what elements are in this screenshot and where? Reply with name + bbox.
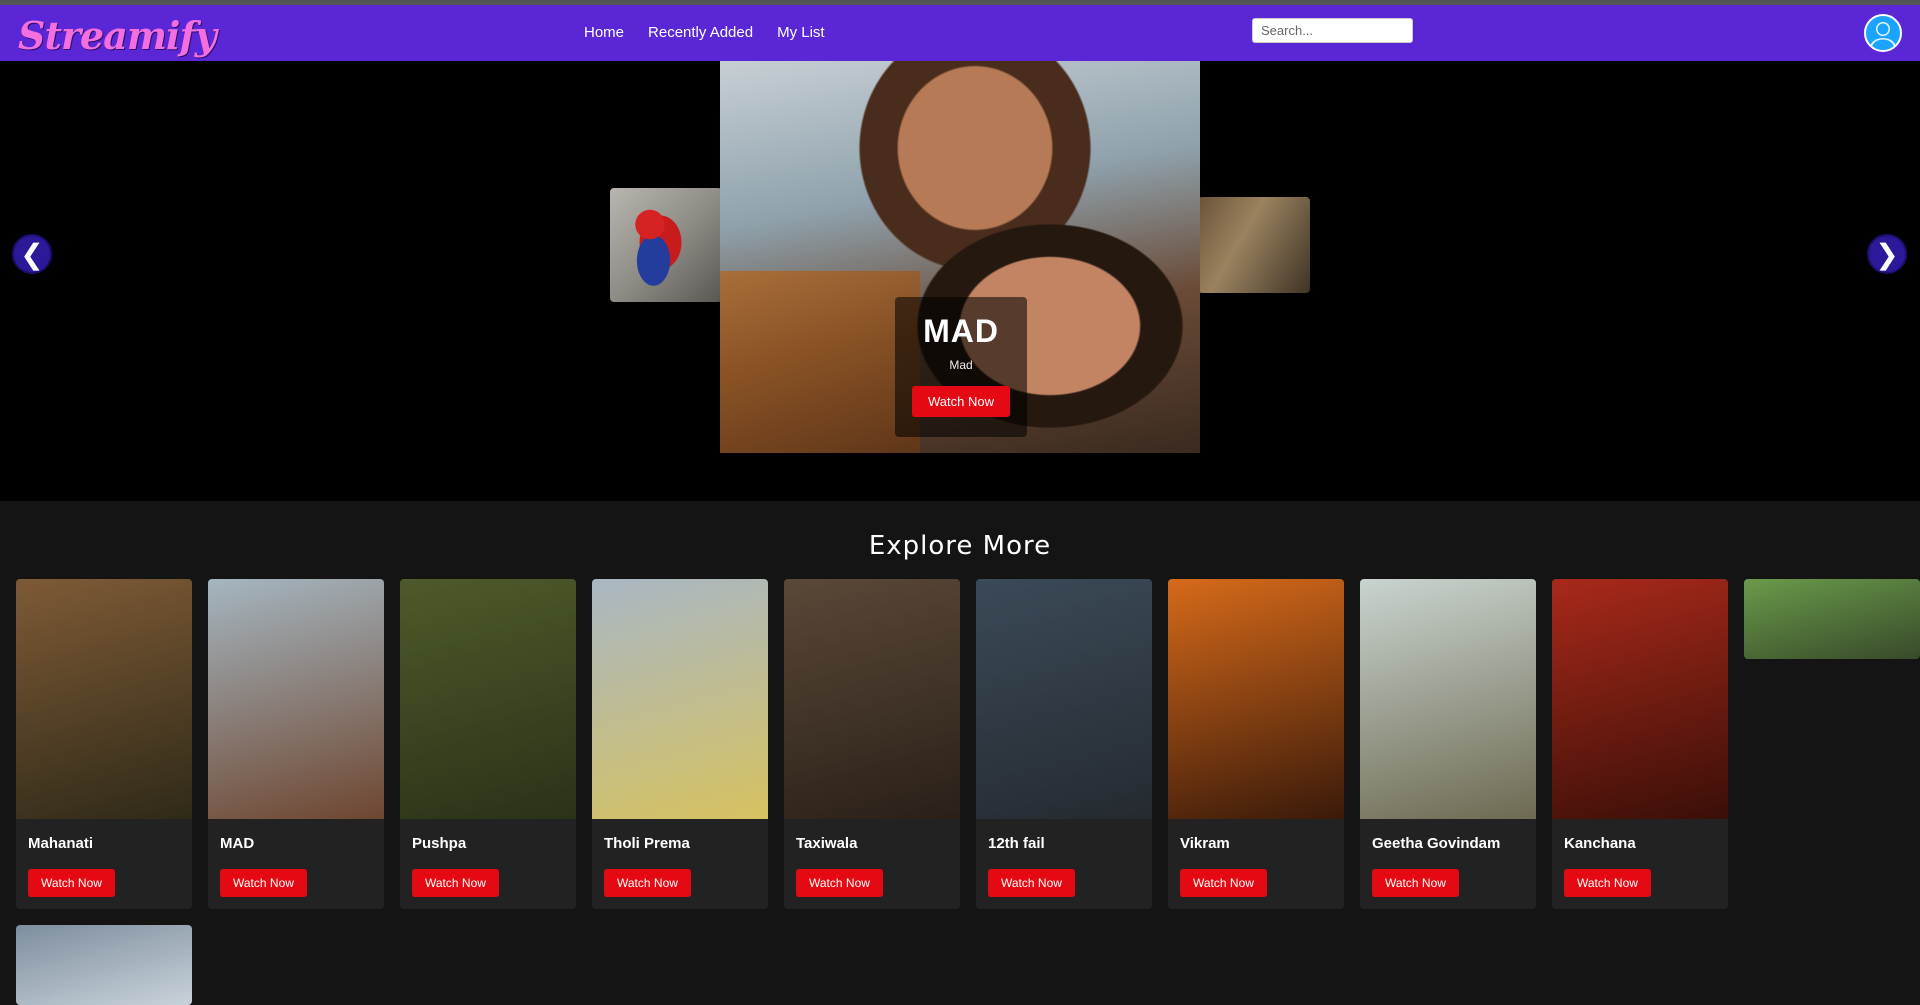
movie-grid: Mahanati Watch Now MAD Watch Now Pushpa Watch… [16,579,1920,1005]
watch-now-button[interactable]: Watch Now [988,869,1075,897]
watch-now-button[interactable]: Watch Now [796,869,883,897]
search-input[interactable] [1252,18,1413,43]
movie-card[interactable] [16,925,192,1005]
nav-my-list[interactable]: My List [777,24,825,41]
movie-poster[interactable] [16,579,192,819]
movie-title: 12th fail [988,835,1045,852]
movie-card[interactable]: Geetha Govindam Watch Now [1360,579,1536,909]
slide-caption: MAD Mad Watch Now [895,297,1027,437]
slide-subtitle: Mad [949,358,973,372]
movie-card[interactable]: Kanchana Watch Now [1552,579,1728,909]
carousel-prev-arrow-icon[interactable]: ❮ [12,234,52,274]
watch-now-button[interactable]: Watch Now [220,869,307,897]
hero-carousel: MAD Mad Watch Now ❮ ❯ [0,61,1920,501]
movie-poster[interactable] [1744,579,1920,659]
explore-more-title: Explore More [868,531,1052,561]
movie-card[interactable]: Taxiwala Watch Now [784,579,960,909]
movie-title: Geetha Govindam [1372,835,1501,852]
movie-poster[interactable] [1168,579,1344,819]
prev-slide-artwork [622,202,692,292]
watch-now-button[interactable]: Watch Now [28,869,115,897]
carousel-prev-slide[interactable] [610,188,722,302]
movie-title: Mahanati [28,835,94,852]
movie-poster[interactable] [784,579,960,819]
movie-card[interactable]: MAD Watch Now [208,579,384,909]
movie-title: MAD [220,835,255,852]
movie-poster[interactable] [400,579,576,819]
movie-title: Tholi Prema [604,835,690,852]
watch-now-button[interactable]: Watch Now [604,869,691,897]
logo[interactable]: Streamify [18,13,217,58]
movie-poster[interactable] [1360,579,1536,819]
movie-card[interactable] [1744,579,1920,659]
movie-poster[interactable] [16,925,192,1005]
movie-poster[interactable] [1552,579,1728,819]
nav-home[interactable]: Home [584,24,624,41]
hero-watch-now-button[interactable]: Watch Now [912,386,1010,417]
movie-card[interactable]: Mahanati Watch Now [16,579,192,909]
movie-title: Taxiwala [796,835,858,852]
carousel-next-slide[interactable] [1198,197,1310,293]
watch-now-button[interactable]: Watch Now [1564,869,1651,897]
movie-title: Kanchana [1564,835,1636,852]
watch-now-button[interactable]: Watch Now [412,869,499,897]
slide-artwork-shape [720,271,920,453]
carousel-active-slide: MAD Mad Watch Now [720,61,1200,453]
user-avatar-icon[interactable] [1864,14,1902,52]
movie-card[interactable]: Pushpa Watch Now [400,579,576,909]
movie-title: Vikram [1180,835,1230,852]
movie-title: Pushpa [412,835,467,852]
watch-now-button[interactable]: Watch Now [1180,869,1267,897]
watch-now-button[interactable]: Watch Now [1372,869,1459,897]
movie-card[interactable]: Tholi Prema Watch Now [592,579,768,909]
nav-links: Home Recently Added My List [584,24,825,41]
movie-card[interactable]: Vikram Watch Now [1168,579,1344,909]
movie-poster[interactable] [592,579,768,819]
movie-poster[interactable] [976,579,1152,819]
navbar: Streamify Home Recently Added My List [0,5,1920,61]
user-silhouette-icon [1870,22,1896,50]
slide-title: MAD [923,313,999,349]
movie-card[interactable]: 12th fail Watch Now [976,579,1152,909]
carousel-next-arrow-icon[interactable]: ❯ [1867,234,1907,274]
nav-recently-added[interactable]: Recently Added [648,24,753,41]
movie-poster[interactable] [208,579,384,819]
